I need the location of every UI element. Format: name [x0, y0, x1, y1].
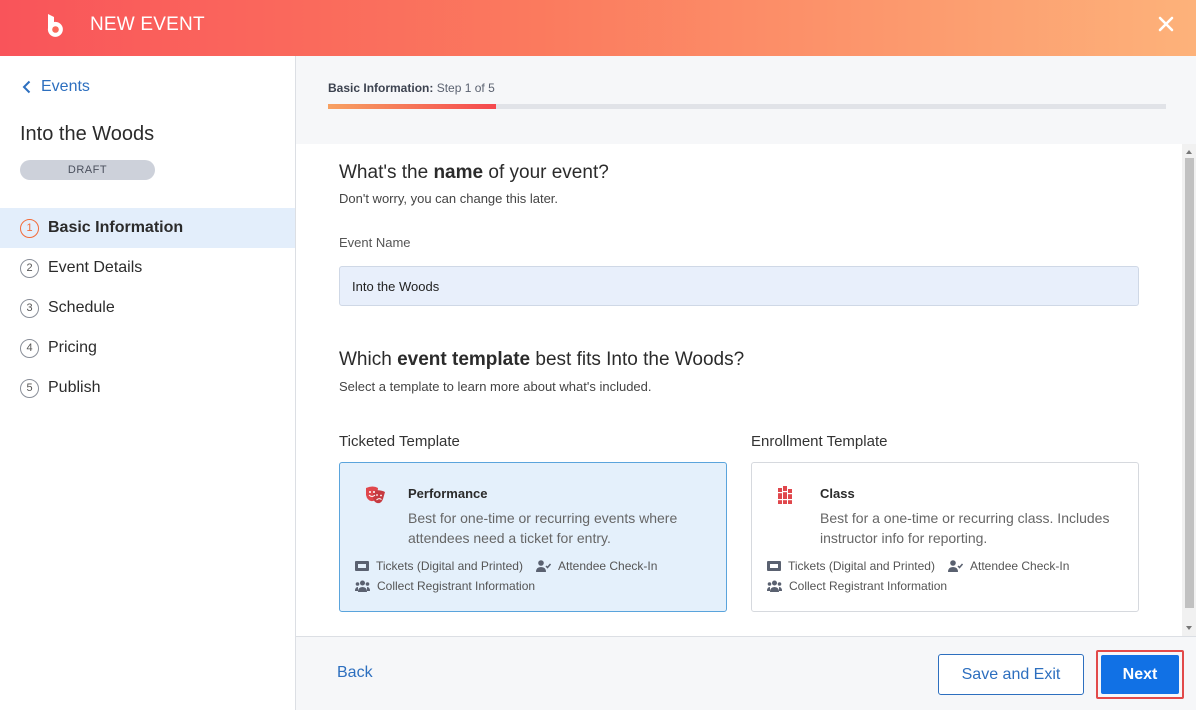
progress-fill [328, 104, 496, 109]
scrollbar-thumb[interactable] [1185, 158, 1194, 608]
step-number: 2 [20, 258, 39, 278]
ticket-icon [767, 561, 781, 571]
step-schedule[interactable]: 3 Schedule [0, 288, 295, 328]
template-description: Best for a one-time or recurring class. … [820, 510, 1110, 546]
feature-label: Attendee Check-In [970, 559, 1070, 573]
back-to-events-link[interactable]: Events [22, 78, 90, 96]
feature-label: Tickets (Digital and Printed) [788, 559, 935, 573]
feature-registrant-info: Collect Registrant Information [767, 579, 947, 593]
step-label: Schedule [48, 299, 115, 316]
feature-tickets: Tickets (Digital and Printed) [767, 559, 935, 573]
feature-label: Tickets (Digital and Printed) [376, 559, 523, 573]
step-label: Pricing [48, 339, 97, 356]
footer-divider [296, 636, 1196, 637]
step-event-details[interactable]: 2 Event Details [0, 248, 295, 288]
brand-logo-icon [47, 14, 63, 37]
name-question-hint: Don't worry, you can change this later. [339, 191, 559, 206]
user-check-icon [536, 560, 551, 572]
progress-step-text: Step 1 of 5 [436, 81, 495, 95]
books-icon [778, 486, 792, 504]
question-text: Which [339, 349, 398, 370]
user-check-icon [948, 560, 963, 572]
progress-label: Basic Information: Step 1 of 5 [328, 81, 495, 95]
scroll-down-arrow-icon[interactable] [1185, 624, 1193, 632]
step-label: Basic Information [48, 219, 184, 236]
feature-check-in: Attendee Check-In [536, 559, 657, 573]
template-card-class[interactable]: Class Best for a one-time or recurring c… [751, 462, 1139, 612]
main-content: Basic Information: Step 1 of 5 What's th… [296, 56, 1196, 710]
template-question-hint: Select a template to learn more about wh… [339, 379, 652, 394]
theater-masks-icon [366, 486, 385, 504]
template-description: Best for one-time or recurring events wh… [408, 510, 678, 546]
step-list: 1 Basic Information 2 Event Details 3 Sc… [0, 208, 295, 408]
event-name-input[interactable] [339, 266, 1139, 306]
feature-label: Collect Registrant Information [789, 579, 948, 593]
step-number: 3 [20, 298, 39, 318]
template-name: Class [820, 486, 855, 501]
feature-tickets: Tickets (Digital and Printed) [355, 559, 523, 573]
step-basic-information[interactable]: 1 Basic Information [0, 208, 295, 248]
step-pricing[interactable]: 4 Pricing [0, 328, 295, 368]
next-button[interactable]: Next [1101, 655, 1179, 694]
feature-label: Attendee Check-In [558, 559, 658, 573]
ticket-icon [355, 561, 369, 571]
app-header: NEW EVENT [0, 0, 1196, 56]
progress-section: Basic Information: [328, 81, 434, 95]
status-badge: DRAFT [20, 160, 155, 180]
template-question: Which event template best fits Into the … [339, 349, 744, 371]
scroll-up-arrow-icon[interactable] [1185, 148, 1193, 156]
header-title: NEW EVENT [90, 14, 205, 35]
step-number: 5 [20, 378, 39, 398]
question-emphasis: name [433, 162, 484, 183]
event-title: Into the Woods [20, 123, 155, 145]
chevron-left-icon [22, 80, 31, 94]
step-publish[interactable]: 5 Publish [0, 368, 295, 408]
step-number: 1 [20, 218, 39, 238]
name-question: What's the name of your event? [339, 162, 609, 184]
step-label: Publish [48, 379, 101, 396]
step-label: Event Details [48, 259, 143, 276]
save-and-exit-button[interactable]: Save and Exit [938, 654, 1084, 695]
question-text: of your event? [483, 162, 609, 183]
feature-registrant-info: Collect Registrant Information [355, 579, 535, 593]
question-emphasis: event template [397, 349, 531, 370]
enrollment-template-heading: Enrollment Template [751, 433, 888, 450]
back-link-label: Events [41, 78, 90, 95]
back-button[interactable]: Back [337, 664, 373, 682]
question-text: What's the [339, 162, 434, 183]
sidebar: Events Into the Woods DRAFT 1 Basic Info… [0, 56, 296, 710]
ticketed-template-heading: Ticketed Template [339, 433, 460, 450]
template-name: Performance [408, 486, 488, 501]
feature-label: Collect Registrant Information [377, 579, 536, 593]
scrollbar[interactable] [1182, 144, 1196, 636]
question-text: best fits Into the Woods? [530, 349, 745, 370]
event-name-label: Event Name [339, 235, 411, 250]
close-icon[interactable] [1156, 14, 1176, 34]
step-number: 4 [20, 338, 39, 358]
feature-check-in: Attendee Check-In [948, 559, 1069, 573]
users-icon [767, 580, 782, 592]
form-card: What's the name of your event? Don't wor… [296, 144, 1182, 636]
template-card-performance[interactable]: Performance Best for one-time or recurri… [339, 462, 727, 612]
progress-bar [328, 104, 1166, 109]
users-icon [355, 580, 370, 592]
next-button-highlight: Next [1096, 650, 1184, 699]
